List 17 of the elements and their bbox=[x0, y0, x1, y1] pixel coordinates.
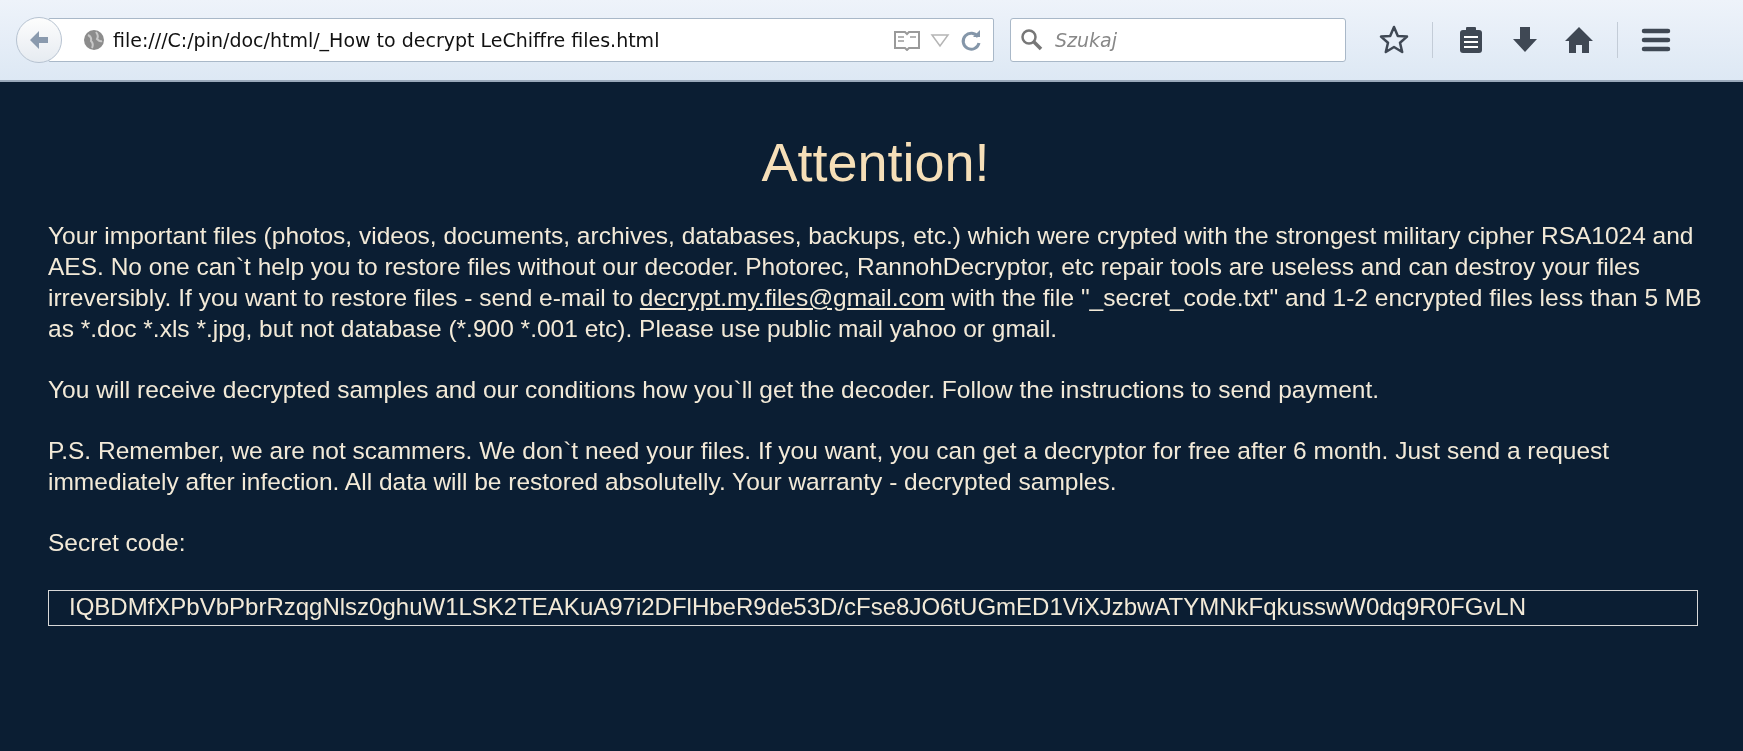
url-text: file:///C:/pin/doc/html/_How to decrypt LeChiffre files.html bbox=[113, 29, 661, 51]
paragraph: You will receive decrypted samples and our conditions how you`ll get the decoder. Follow the instructions to send payment. bbox=[48, 375, 1380, 405]
paragraph: Your important files (photos, videos, documents, archives, databases, backups, etc.) which were crypted with the strongest military cipher RSA1024 and AES. No one can`t help you to restore files without our decoder. Photorec, RannohDecryptor, etc repair tools are useless and can destroy your files irreversibly. If you want to restore files - send e-mail to decrypt.my.files@gmail.com with the file "_secret_code.txt" and 1-2 encrypted files less than 5 MB as *.doc *.xls *.jpg, but not database (*.900 *.001 etc). Please use public mail yahoo or gmail. bbox=[48, 221, 1703, 344]
reload-icon[interactable] bbox=[959, 28, 983, 52]
search-field[interactable]: Szukaj bbox=[1010, 18, 1346, 62]
email-link[interactable]: decrypt.my.files@gmail.com bbox=[639, 284, 945, 311]
secret-code-label: Secret code: bbox=[48, 528, 187, 558]
globe-icon bbox=[83, 29, 105, 51]
search-icon bbox=[1020, 28, 1044, 52]
home-icon[interactable] bbox=[1563, 24, 1595, 56]
star-icon[interactable] bbox=[1378, 24, 1410, 56]
back-button[interactable] bbox=[16, 17, 62, 63]
address-bar[interactable]: file:///C:/pin/doc/html/_How to decrypt LeChiffre files.html bbox=[48, 18, 994, 62]
page-title: Attention! bbox=[760, 132, 991, 192]
book-icon[interactable] bbox=[893, 29, 921, 51]
paragraph: P.S. Remember, we are not scammers. We don`t need your files. If you want, you can get a decryptor for free after 6 month. Just send a request immediately after infection. All data will be restored absolutelly. Your warranty - decrypted samples. bbox=[48, 436, 1611, 497]
secret-code-field[interactable]: IQBDMfXPbVbPbrRzqgNlsz0ghuW1LSK2TEAKuA97i2DFlHbeR9de53D/cFse8JO6tUGmED1ViXJzbwATYMNkFqkusswW0dq9R0FGvLN bbox=[48, 590, 1698, 626]
